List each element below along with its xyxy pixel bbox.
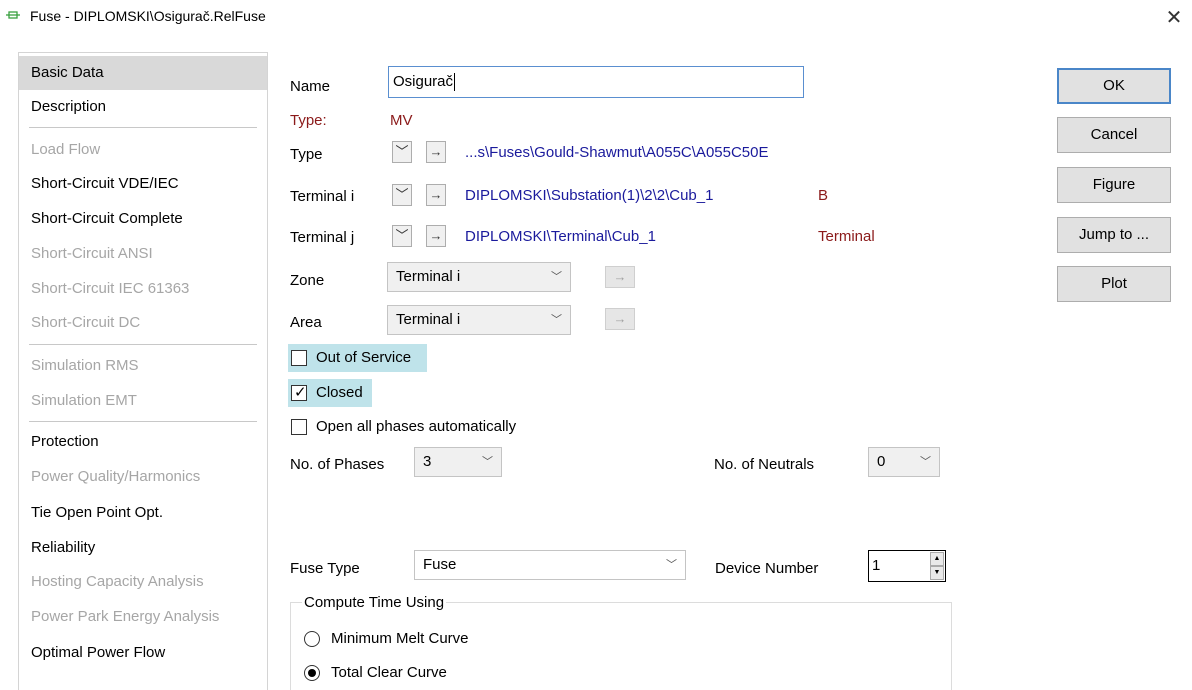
chevron-down-icon: ﹀ bbox=[551, 314, 562, 326]
terminal-i-link[interactable]: DIPLOMSKI\Substation(1)\2\2\Cub_1 bbox=[465, 187, 713, 204]
compute-time-group-label: Compute Time Using bbox=[302, 594, 447, 611]
type-info-value: MV bbox=[390, 112, 413, 129]
total-clear-label[interactable]: Total Clear Curve bbox=[331, 664, 447, 681]
out-of-service-label[interactable]: Out of Service bbox=[316, 349, 411, 366]
closed-label[interactable]: Closed bbox=[316, 384, 363, 401]
arrow-right-icon: → bbox=[613, 311, 627, 326]
open-all-phases-checkbox[interactable] bbox=[291, 419, 307, 435]
sidebar: Basic Data Description Load Flow Short-C… bbox=[18, 52, 268, 690]
terminal-j-dropdown-button[interactable]: ﹀ bbox=[392, 225, 412, 247]
phases-select[interactable]: 3 ﹀ bbox=[414, 447, 502, 477]
type-jump-button[interactable]: → bbox=[426, 141, 446, 163]
type-info-label: Type: bbox=[290, 112, 327, 129]
minimum-melt-label[interactable]: Minimum Melt Curve bbox=[331, 630, 469, 647]
type-dropdown-button[interactable]: ﹀ bbox=[392, 141, 412, 163]
sidebar-separator bbox=[29, 127, 257, 128]
device-number-value: 1 bbox=[872, 557, 881, 574]
terminal-j-jump-button[interactable]: → bbox=[426, 225, 446, 247]
window-title: Fuse - DIPLOMSKI\Osigurač.RelFuse bbox=[30, 8, 266, 24]
zone-label: Zone bbox=[290, 272, 325, 289]
chevron-down-icon: ﹀ bbox=[395, 144, 409, 159]
arrow-right-icon: → bbox=[429, 228, 443, 243]
area-label: Area bbox=[290, 314, 322, 331]
sidebar-separator bbox=[29, 421, 257, 422]
sidebar-item-power-quality[interactable]: Power Quality/Harmonics bbox=[19, 460, 267, 494]
type-label: Type bbox=[290, 146, 323, 163]
chevron-down-icon: ﹀ bbox=[395, 228, 409, 243]
arrow-right-icon: → bbox=[429, 187, 443, 202]
sidebar-item-protection[interactable]: Protection bbox=[19, 425, 267, 459]
sidebar-item-short-circuit-iec-61363[interactable]: Short-Circuit IEC 61363 bbox=[19, 272, 267, 306]
zone-value: Terminal i bbox=[396, 268, 461, 285]
fuse-type-select[interactable]: Fuse ﹀ bbox=[414, 550, 686, 580]
sidebar-item-short-circuit-vde-iec[interactable]: Short-Circuit VDE/IEC bbox=[19, 167, 267, 201]
terminal-i-label: Terminal i bbox=[290, 188, 355, 205]
area-value: Terminal i bbox=[396, 311, 461, 328]
neutrals-value: 0 bbox=[877, 453, 886, 470]
close-icon[interactable]: ✕ bbox=[1160, 4, 1188, 32]
terminal-i-tag: B bbox=[818, 187, 829, 204]
sidebar-item-power-park-energy[interactable]: Power Park Energy Analysis bbox=[19, 600, 267, 634]
zone-select[interactable]: Terminal i ﹀ bbox=[387, 262, 571, 292]
sidebar-item-simulation-emt[interactable]: Simulation EMT bbox=[19, 384, 267, 418]
spin-up-icon[interactable]: ▲ bbox=[930, 552, 944, 566]
area-select[interactable]: Terminal i ﹀ bbox=[387, 305, 571, 335]
spin-buttons: ▲ ▼ bbox=[930, 552, 944, 580]
title-bar: Fuse - DIPLOMSKI\Osigurač.RelFuse ✕ bbox=[0, 0, 1192, 36]
phases-value: 3 bbox=[423, 453, 432, 470]
fuse-type-label: Fuse Type bbox=[290, 560, 360, 577]
terminal-j-link[interactable]: DIPLOMSKI\Terminal\Cub_1 bbox=[465, 228, 656, 245]
sidebar-item-short-circuit-dc[interactable]: Short-Circuit DC bbox=[19, 306, 267, 340]
spin-down-icon[interactable]: ▼ bbox=[930, 566, 944, 580]
arrow-right-icon: → bbox=[429, 144, 443, 159]
sidebar-item-simulation-rms[interactable]: Simulation RMS bbox=[19, 349, 267, 383]
figure-button[interactable]: Figure bbox=[1057, 167, 1171, 203]
sidebar-item-optimal-power-flow[interactable]: Optimal Power Flow bbox=[19, 636, 267, 670]
ok-button[interactable]: OK bbox=[1057, 68, 1171, 104]
chevron-down-icon: ﹀ bbox=[666, 559, 677, 571]
sidebar-item-description[interactable]: Description bbox=[19, 90, 267, 124]
minimum-melt-radio[interactable] bbox=[304, 631, 320, 647]
arrow-right-icon: → bbox=[613, 269, 627, 284]
device-number-label: Device Number bbox=[715, 560, 819, 577]
open-all-phases-label[interactable]: Open all phases automatically bbox=[316, 418, 516, 435]
closed-checkbox[interactable]: ✓ bbox=[291, 384, 307, 401]
type-link[interactable]: ...s\Fuses\Gould-Shawmut\A055C\A055C50E bbox=[465, 144, 769, 161]
total-clear-radio[interactable] bbox=[304, 665, 320, 681]
sidebar-item-short-circuit-ansi[interactable]: Short-Circuit ANSI bbox=[19, 237, 267, 271]
checkmark-icon: ✓ bbox=[294, 384, 307, 401]
chevron-down-icon: ﹀ bbox=[395, 187, 409, 202]
zone-jump-button[interactable]: → bbox=[605, 266, 635, 288]
out-of-service-checkbox[interactable] bbox=[291, 350, 307, 366]
neutrals-select[interactable]: 0 ﹀ bbox=[868, 447, 940, 477]
radio-selected-dot bbox=[308, 669, 316, 677]
sidebar-item-tie-open-point[interactable]: Tie Open Point Opt. bbox=[19, 496, 267, 530]
chevron-down-icon: ﹀ bbox=[551, 271, 562, 283]
terminal-j-label: Terminal j bbox=[290, 229, 355, 246]
text-caret bbox=[454, 73, 456, 92]
chevron-down-icon: ﹀ bbox=[920, 456, 931, 468]
sidebar-item-short-circuit-complete[interactable]: Short-Circuit Complete bbox=[19, 202, 267, 236]
terminal-i-jump-button[interactable]: → bbox=[426, 184, 446, 206]
terminal-i-dropdown-button[interactable]: ﹀ bbox=[392, 184, 412, 206]
fuse-type-value: Fuse bbox=[423, 556, 457, 573]
terminal-j-tag: Terminal bbox=[818, 228, 875, 245]
sidebar-item-load-flow[interactable]: Load Flow bbox=[19, 133, 267, 167]
phases-label: No. of Phases bbox=[290, 456, 385, 473]
sidebar-item-hosting-capacity[interactable]: Hosting Capacity Analysis bbox=[19, 565, 267, 599]
area-jump-button[interactable]: → bbox=[605, 308, 635, 330]
device-number-stepper[interactable]: 1 ▲ ▼ bbox=[868, 550, 946, 582]
fuse-icon bbox=[6, 11, 20, 19]
sidebar-separator bbox=[29, 344, 257, 345]
plot-button[interactable]: Plot bbox=[1057, 266, 1171, 302]
jump-to-button[interactable]: Jump to ... bbox=[1057, 217, 1171, 253]
name-input[interactable]: Osigurač bbox=[388, 66, 804, 98]
name-label: Name bbox=[290, 78, 331, 95]
sidebar-item-basic-data[interactable]: Basic Data bbox=[19, 56, 267, 90]
cancel-button[interactable]: Cancel bbox=[1057, 117, 1171, 153]
neutrals-label: No. of Neutrals bbox=[714, 456, 815, 473]
chevron-down-icon: ﹀ bbox=[482, 456, 493, 468]
name-value: Osigurač bbox=[393, 73, 454, 90]
sidebar-item-reliability[interactable]: Reliability bbox=[19, 531, 267, 565]
